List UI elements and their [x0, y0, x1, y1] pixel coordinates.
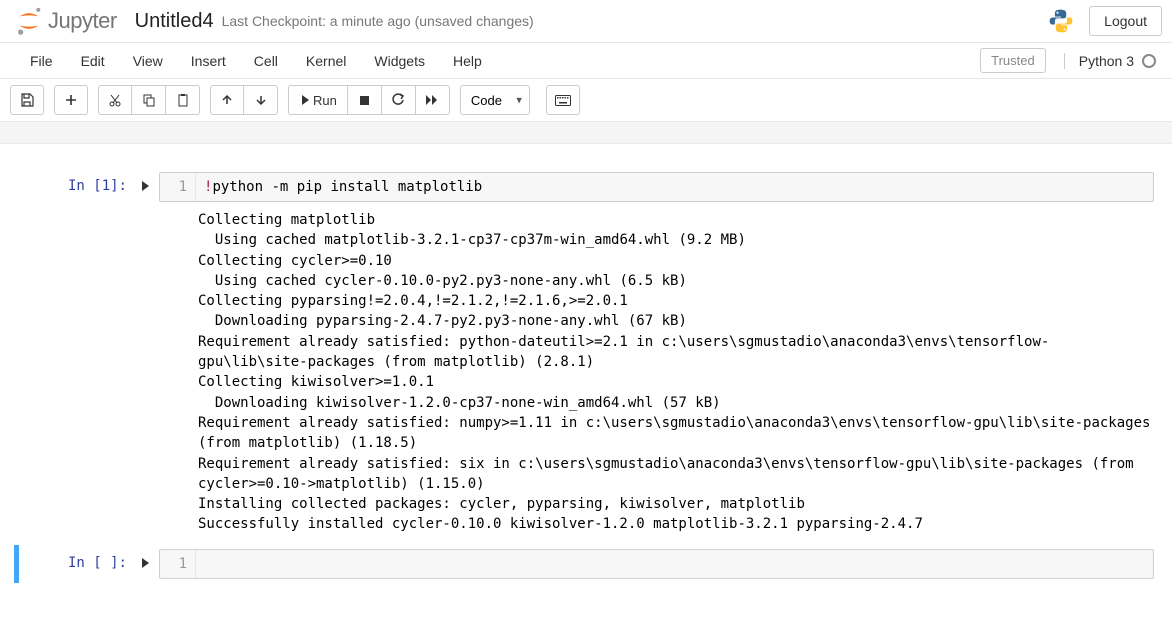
menu-view[interactable]: View [119, 45, 177, 77]
jupyter-logo-icon [16, 6, 42, 36]
notebook-name[interactable]: Untitled4 [135, 10, 214, 33]
kernel-indicator[interactable]: Python 3 [1064, 53, 1156, 69]
cell-prompt: In [ ]: [19, 549, 159, 579]
python-logo-icon [1047, 7, 1075, 35]
code-content: !python -m pip install matplotlib [196, 173, 1153, 201]
run-icon [299, 94, 309, 106]
menu-kernel[interactable]: Kernel [292, 45, 360, 77]
cut-button[interactable] [98, 85, 132, 115]
menu-widgets[interactable]: Widgets [360, 45, 439, 77]
menubar: File Edit View Insert Cell Kernel Widget… [0, 43, 1172, 79]
line-number: 1 [160, 550, 196, 578]
menu-file[interactable]: File [16, 45, 67, 77]
menu-edit[interactable]: Edit [67, 45, 119, 77]
jupyter-logo[interactable]: Jupyter [16, 6, 117, 36]
header-bar: Jupyter Untitled4 Last Checkpoint: a min… [0, 0, 1172, 43]
move-up-button[interactable] [210, 85, 244, 115]
kernel-status-icon [1142, 54, 1156, 68]
trusted-indicator[interactable]: Trusted [980, 48, 1046, 73]
arrow-down-icon [255, 94, 267, 106]
toolbar: Run Code [0, 79, 1172, 122]
interrupt-button[interactable] [348, 85, 382, 115]
save-button[interactable] [10, 85, 44, 115]
paste-icon [176, 93, 190, 107]
run-label: Run [313, 93, 337, 108]
run-cell-icon[interactable] [139, 180, 149, 192]
copy-icon [142, 93, 156, 107]
code-cell[interactable]: In [1]: 1 !python -m pip install matplot… [14, 168, 1158, 206]
paste-button[interactable] [166, 85, 200, 115]
scissors-icon [108, 93, 122, 107]
copy-button[interactable] [132, 85, 166, 115]
restart-button[interactable] [382, 85, 416, 115]
command-palette-button[interactable] [546, 85, 580, 115]
move-down-button[interactable] [244, 85, 278, 115]
arrow-up-icon [221, 94, 233, 106]
stop-icon [359, 95, 370, 106]
restart-run-all-button[interactable] [416, 85, 450, 115]
logout-button[interactable]: Logout [1089, 6, 1162, 36]
menu-cell[interactable]: Cell [240, 45, 292, 77]
save-icon [20, 93, 34, 107]
code-cell[interactable]: In [ ]: 1 [14, 545, 1158, 583]
line-number: 1 [160, 173, 196, 201]
code-input[interactable]: 1 !python -m pip install matplotlib [159, 172, 1154, 202]
cell-output: Collecting matplotlib Using cached matpl… [154, 210, 1158, 535]
restart-icon [391, 93, 405, 107]
fast-forward-icon [425, 94, 439, 106]
code-content [196, 550, 1153, 578]
plus-icon [65, 94, 77, 106]
keyboard-icon [555, 95, 571, 106]
cell-output-row: Collecting matplotlib Using cached matpl… [14, 210, 1158, 535]
run-button[interactable]: Run [288, 85, 348, 115]
cell-type-select[interactable]: Code [460, 85, 530, 115]
jupyter-logo-text: Jupyter [48, 8, 117, 34]
kernel-name: Python 3 [1079, 53, 1134, 69]
cell-prompt: In [1]: [19, 172, 159, 202]
menu-insert[interactable]: Insert [177, 45, 240, 77]
run-cell-icon[interactable] [139, 557, 149, 569]
checkpoint-status: Last Checkpoint: a minute ago (unsaved c… [222, 13, 534, 29]
toolbar-spacer [0, 122, 1172, 144]
insert-cell-button[interactable] [54, 85, 88, 115]
notebook-area: In [1]: 1 !python -m pip install matplot… [0, 144, 1172, 627]
menu-help[interactable]: Help [439, 45, 496, 77]
code-input[interactable]: 1 [159, 549, 1154, 579]
